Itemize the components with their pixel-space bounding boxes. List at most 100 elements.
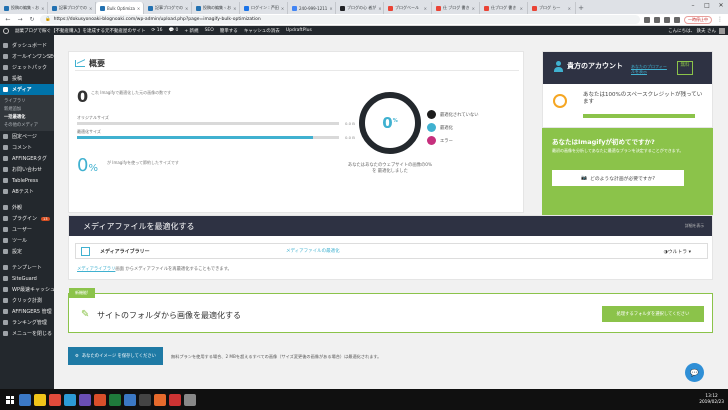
sidebar-item[interactable]: ABテスト bbox=[0, 186, 54, 197]
adminbar-item[interactable]: SEO bbox=[205, 28, 214, 33]
wordpress-logo-icon[interactable] bbox=[3, 27, 9, 34]
sidebar-item[interactable]: テンプレート bbox=[0, 262, 54, 273]
saving-note: が Imagifyを使って節約したサイズです bbox=[107, 160, 179, 165]
close-tab-icon[interactable]: × bbox=[378, 6, 381, 11]
browser-tab[interactable]: 投稿の編集 ‹ お × bbox=[0, 2, 48, 14]
sidebar-item[interactable]: 投稿 bbox=[0, 73, 54, 84]
clock[interactable]: 13:12 2019/02/23 bbox=[699, 394, 724, 405]
browser-tab[interactable]: 仕ブログ 書き × bbox=[480, 2, 528, 14]
select-folder-button[interactable]: 処理するフォルダを選択してください bbox=[602, 306, 704, 322]
menu-icon[interactable]: ⋮ bbox=[716, 16, 724, 23]
sidebar-item[interactable]: ジェットパック bbox=[0, 62, 54, 73]
sidebar-item[interactable]: AFFINGER5 管理 bbox=[0, 306, 54, 317]
forward-icon[interactable]: → bbox=[16, 16, 24, 23]
close-tab-icon[interactable]: × bbox=[424, 6, 427, 11]
sidebar-item[interactable]: コメント bbox=[0, 142, 54, 153]
optimization-level-select[interactable]: ◑ウルトラ ▾ bbox=[664, 248, 691, 255]
sidebar-item[interactable]: 固定ページ bbox=[0, 131, 54, 142]
help-link[interactable]: 詳細を表示 bbox=[685, 223, 704, 229]
browser-tab[interactable]: ブログべール × bbox=[384, 2, 432, 14]
extension-icon[interactable] bbox=[654, 16, 660, 23]
sidebar-item[interactable]: メディア bbox=[0, 84, 54, 95]
new-tab-icon[interactable]: + bbox=[576, 2, 586, 14]
taskbar-app-icon[interactable] bbox=[49, 393, 61, 406]
close-tab-icon[interactable]: × bbox=[233, 6, 236, 11]
bulk-optimize-button[interactable]: ⚙ あなたのイメージ を保存してください bbox=[68, 347, 163, 365]
adminbar-item[interactable]: 簡単する bbox=[220, 28, 238, 34]
close-icon[interactable]: ✕ bbox=[714, 0, 728, 10]
adminbar-item[interactable]: キャッシュの消去 bbox=[244, 28, 280, 34]
view-profile-link[interactable]: あなたのプロフィールを表示 bbox=[631, 64, 669, 74]
browser-tab[interactable]: ブログの心 者が × bbox=[336, 2, 384, 14]
browser-tab[interactable]: ブログ ら— × bbox=[528, 2, 576, 14]
close-tab-icon[interactable]: × bbox=[281, 6, 284, 11]
close-tab-icon[interactable]: × bbox=[520, 6, 523, 11]
close-tab-icon[interactable]: × bbox=[137, 6, 140, 11]
taskbar-app-icon[interactable] bbox=[154, 393, 166, 406]
media-library-link[interactable]: メディアライブラリ bbox=[77, 267, 115, 272]
taskbar-app-icon[interactable] bbox=[139, 393, 151, 406]
extension-icon[interactable] bbox=[674, 16, 680, 23]
taskbar-app-icon[interactable] bbox=[19, 393, 31, 406]
site-name[interactable]: 副業ブログで稼ぐ【不動産購入】を達成する元不動産屋のサイト bbox=[15, 28, 146, 34]
which-plan-button[interactable]: 📷 どのような計画が必要ですか? bbox=[552, 170, 684, 186]
taskbar-app-icon[interactable] bbox=[64, 393, 76, 406]
browser-tab[interactable]: 記事ブログでの × bbox=[144, 2, 192, 14]
submenu-item[interactable]: 新規追加 bbox=[0, 105, 54, 113]
browser-tab[interactable]: 240-999-1211 × bbox=[288, 2, 336, 14]
close-tab-icon[interactable]: × bbox=[568, 6, 571, 11]
taskbar-app-icon[interactable] bbox=[34, 393, 46, 406]
submenu-item[interactable]: その他のメディア bbox=[0, 121, 54, 129]
adminbar-item[interactable]: UpdraftPlus bbox=[286, 28, 312, 33]
back-icon[interactable]: ← bbox=[4, 16, 12, 23]
url-input[interactable]: 🔒 https://dokusyonoaki-blognoaki.com/wp-… bbox=[40, 15, 640, 24]
maximize-icon[interactable]: □ bbox=[700, 0, 714, 10]
account-menu[interactable]: こんにちは、 鉄夫 さん bbox=[668, 27, 725, 34]
profile-chip[interactable]: 一時停止中 bbox=[684, 15, 712, 24]
comments-count[interactable]: 💬 0 bbox=[168, 28, 178, 33]
browser-tab[interactable]: 投稿の編集 ‹ お × bbox=[192, 2, 240, 14]
windows-start-icon[interactable] bbox=[4, 394, 16, 406]
sidebar-item[interactable]: ツール bbox=[0, 235, 54, 246]
sidebar-item[interactable]: ダッシュボード bbox=[0, 40, 54, 51]
submenu-item[interactable]: ライブラリ bbox=[0, 97, 54, 105]
star-icon[interactable] bbox=[644, 16, 650, 23]
favicon-icon bbox=[484, 5, 489, 11]
browser-tab[interactable]: 記事ブログでの × bbox=[48, 2, 96, 14]
chat-icon[interactable]: 💬 bbox=[685, 363, 704, 382]
sidebar-item[interactable]: お問い合わせ bbox=[0, 164, 54, 175]
extension-icon[interactable] bbox=[664, 16, 670, 23]
taskbar-app-icon[interactable] bbox=[184, 393, 196, 406]
reload-icon[interactable]: ↻ bbox=[28, 16, 36, 23]
sidebar-item[interactable]: TablePress bbox=[0, 175, 54, 186]
taskbar-app-icon[interactable] bbox=[124, 393, 136, 406]
new-button[interactable]: + 新規 bbox=[184, 28, 198, 34]
sidebar-item[interactable]: クリック計測 bbox=[0, 295, 54, 306]
sidebar-item[interactable]: プラグイン 13 bbox=[0, 213, 54, 224]
media-library-checkbox[interactable] bbox=[81, 246, 90, 256]
sidebar-item[interactable]: 外観 bbox=[0, 202, 54, 213]
close-tab-icon[interactable]: × bbox=[329, 6, 332, 11]
browser-tab[interactable]: Bulk Optimiza × bbox=[96, 2, 144, 14]
sidebar-item[interactable]: AFFINGERタグ bbox=[0, 153, 54, 164]
sidebar-item[interactable]: ユーザー bbox=[0, 224, 54, 235]
minimize-icon[interactable]: – bbox=[686, 0, 700, 10]
taskbar-app-icon[interactable] bbox=[79, 393, 91, 406]
close-tab-icon[interactable]: × bbox=[472, 6, 475, 11]
close-tab-icon[interactable]: × bbox=[89, 6, 92, 11]
updates-count[interactable]: ⟳ 16 bbox=[152, 28, 163, 33]
taskbar-app-icon[interactable] bbox=[109, 393, 121, 406]
browser-tab[interactable]: ログイン : 芦田 × bbox=[240, 2, 288, 14]
taskbar-app-icon[interactable] bbox=[94, 393, 106, 406]
sidebar-item[interactable]: WP最速キャッシュ bbox=[0, 284, 54, 295]
taskbar-app-icon[interactable] bbox=[169, 393, 181, 406]
sidebar-item[interactable]: オールインワンSEO bbox=[0, 51, 54, 62]
sidebar-item[interactable]: メニューを閉じる bbox=[0, 328, 54, 339]
submenu-item[interactable]: 一括最適化 bbox=[0, 113, 54, 121]
close-tab-icon[interactable]: × bbox=[41, 6, 44, 11]
browser-tab[interactable]: 仕 ブログ 書き × bbox=[432, 2, 480, 14]
close-tab-icon[interactable]: × bbox=[185, 6, 188, 11]
sidebar-item[interactable]: 設定 bbox=[0, 246, 54, 257]
sidebar-item[interactable]: SiteGuard bbox=[0, 273, 54, 284]
sidebar-item[interactable]: ランキング管理 bbox=[0, 317, 54, 328]
